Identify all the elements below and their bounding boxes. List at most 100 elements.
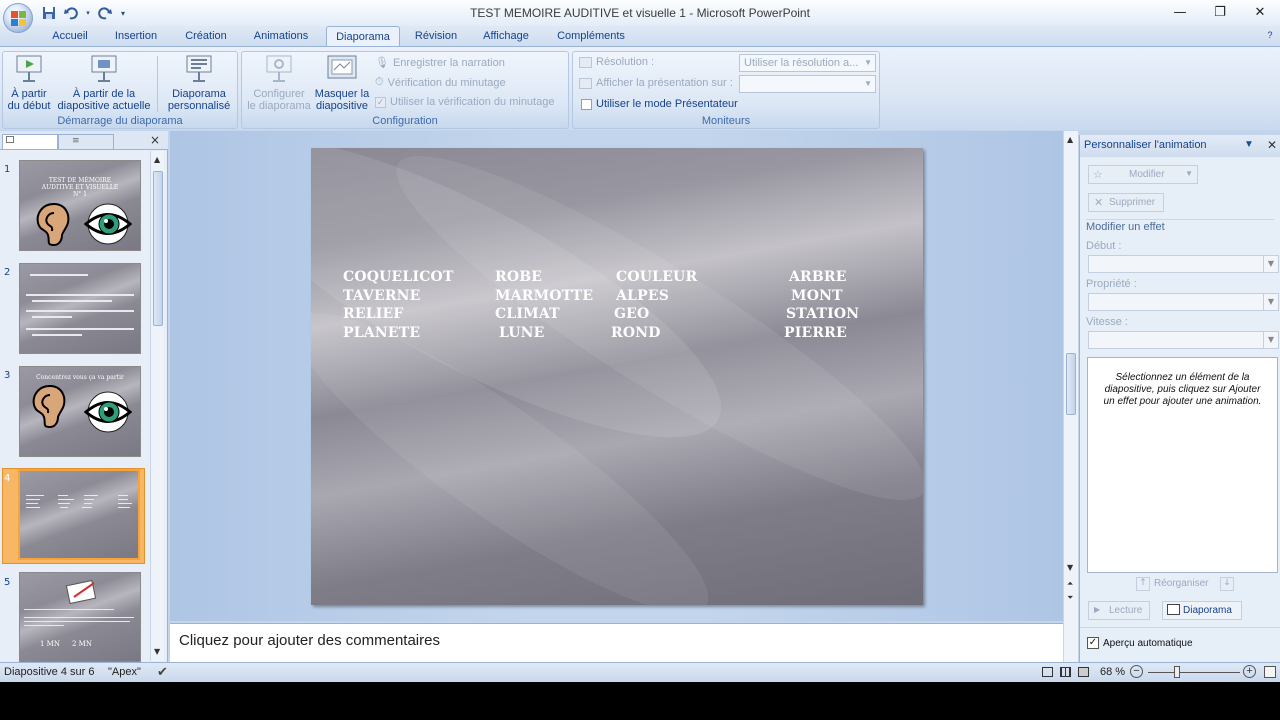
word-climat[interactable]: CLIMAT bbox=[495, 306, 560, 322]
word-pierre[interactable]: PIERRE bbox=[784, 325, 847, 341]
clock-icon: ⏱ bbox=[375, 76, 384, 88]
slide-scrollbar[interactable]: ▲ ▼ ⏶ ⏷ bbox=[1063, 131, 1078, 662]
slides-pane-scrollbar[interactable]: ▲ ▼ bbox=[150, 151, 164, 661]
slide-thumbnail-3[interactable]: Concentrez vous ça va partir bbox=[19, 366, 141, 457]
delete-label: Supprimer bbox=[1109, 197, 1156, 208]
modify-effect-button[interactable]: ☆ Modifier ▼ bbox=[1088, 165, 1198, 184]
previous-slide-icon[interactable]: ⏶ bbox=[1067, 579, 1073, 589]
hide-slide-button[interactable]: Masquer la diapositive bbox=[314, 54, 370, 112]
from-current-button[interactable]: À partir de la diapositive actuelle bbox=[55, 54, 153, 112]
scroll-down-icon[interactable]: ▼ bbox=[154, 647, 160, 656]
tab-slides[interactable] bbox=[2, 134, 58, 149]
word-arbre[interactable]: ARBRE bbox=[789, 269, 847, 285]
custom-slideshow-button[interactable]: Diaporama personnalisé bbox=[161, 54, 237, 112]
slide-thumbnail-5[interactable]: 1 MN 2 MN bbox=[19, 572, 141, 662]
word-robe[interactable]: ROBE bbox=[495, 269, 542, 285]
zoom-slider-thumb[interactable] bbox=[1174, 666, 1180, 678]
scroll-down-icon[interactable]: ▼ bbox=[1067, 563, 1073, 572]
help-icon[interactable]: ? bbox=[1262, 26, 1278, 47]
record-narration-button[interactable]: 🎙 Enregistrer la narration bbox=[375, 56, 505, 70]
slideshow-view-icon[interactable] bbox=[1078, 667, 1089, 677]
property-select[interactable]: ▼ bbox=[1088, 293, 1279, 311]
undo-dropdown-icon[interactable]: ▾ bbox=[84, 5, 92, 21]
setup-slideshow-button[interactable]: Configurer le diaporama bbox=[244, 54, 314, 112]
slide-thumbnail-1[interactable]: TEST DE MÉMOIRE AUDITIVE ET VISUELLE N° … bbox=[19, 160, 141, 251]
from-start-button[interactable]: À partir du début bbox=[5, 54, 53, 112]
setup-label-2: le diaporama bbox=[247, 100, 311, 112]
use-timings-checkbox[interactable]: ✓ Utiliser la vérification du minutage bbox=[375, 96, 554, 108]
tab-creation[interactable]: Création bbox=[176, 26, 236, 47]
custom-slideshow-icon bbox=[183, 54, 215, 84]
minimize-button[interactable]: — bbox=[1160, 0, 1200, 24]
scrollbar-thumb[interactable] bbox=[1066, 353, 1076, 415]
slide-sorter-icon[interactable] bbox=[1060, 667, 1071, 677]
slideshow-preview-button[interactable]: Diaporama bbox=[1162, 601, 1242, 620]
restore-button[interactable]: ❐ bbox=[1200, 0, 1240, 24]
customize-qat-icon[interactable]: ▾ bbox=[118, 5, 128, 21]
spellcheck-icon[interactable]: ✔ bbox=[157, 664, 168, 680]
redo-icon[interactable] bbox=[96, 5, 114, 21]
scrollbar-thumb[interactable] bbox=[153, 171, 163, 326]
office-button[interactable] bbox=[3, 3, 33, 33]
tab-diaporama[interactable]: Diaporama bbox=[326, 26, 400, 47]
zoom-in-icon[interactable]: + bbox=[1243, 665, 1256, 678]
scroll-up-icon[interactable]: ▲ bbox=[1067, 135, 1073, 144]
play-button[interactable]: ▶ Lecture bbox=[1088, 601, 1150, 620]
word-relief[interactable]: RELIEF bbox=[343, 306, 404, 322]
word-marmotte[interactable]: MARMOTTE bbox=[495, 288, 593, 304]
notes-pane[interactable]: Cliquez pour ajouter des commentaires bbox=[170, 623, 1063, 662]
presenter-mode-checkbox[interactable]: Utiliser le mode Présentateur bbox=[581, 98, 738, 110]
word-couleur[interactable]: COULEUR bbox=[616, 269, 697, 285]
close-icon[interactable]: ✕ bbox=[1267, 138, 1277, 152]
slide-number: 3 bbox=[4, 370, 11, 381]
next-slide-icon[interactable]: ⏷ bbox=[1067, 593, 1073, 603]
word-geo[interactable]: GEO bbox=[614, 306, 649, 322]
tab-revision[interactable]: Révision bbox=[408, 26, 464, 47]
speed-select[interactable]: ▼ bbox=[1088, 331, 1279, 349]
move-down-icon[interactable]: ↓ bbox=[1220, 577, 1234, 591]
close-icon[interactable]: × bbox=[150, 133, 160, 147]
word-rond[interactable]: ROND bbox=[611, 325, 661, 341]
resolution-select[interactable]: Utiliser la résolution a... ▼ bbox=[739, 54, 876, 72]
play-label: Lecture bbox=[1109, 605, 1143, 616]
tab-animations[interactable]: Animations bbox=[244, 26, 318, 47]
scroll-up-icon[interactable]: ▲ bbox=[154, 155, 160, 164]
tab-outline[interactable]: ≡ bbox=[58, 134, 114, 149]
star-icon: ☆ bbox=[1093, 169, 1103, 181]
notepad-icon bbox=[65, 579, 97, 605]
close-button[interactable]: ✕ bbox=[1240, 0, 1280, 24]
tab-affichage[interactable]: Affichage bbox=[472, 26, 540, 47]
word-alpes[interactable]: ALPES bbox=[616, 288, 669, 304]
fit-window-icon[interactable] bbox=[1264, 666, 1276, 678]
word-taverne[interactable]: TAVERNE bbox=[343, 288, 421, 304]
autopreview-checkbox[interactable]: ✓ Aperçu automatique bbox=[1087, 637, 1193, 649]
zoom-level[interactable]: 68 % bbox=[1100, 666, 1125, 678]
save-icon[interactable] bbox=[40, 5, 58, 21]
rehearse-timings-button[interactable]: ⏱ Vérification du minutage bbox=[375, 76, 506, 89]
slide-thumbnail-4[interactable] bbox=[18, 469, 140, 560]
move-up-icon[interactable]: ↑ bbox=[1136, 577, 1150, 591]
normal-view-icon[interactable] bbox=[1042, 667, 1053, 677]
zoom-slider[interactable] bbox=[1148, 672, 1240, 673]
tab-insertion[interactable]: Insertion bbox=[104, 26, 168, 47]
monitor-icon bbox=[579, 56, 592, 68]
word-mont[interactable]: MONT bbox=[791, 288, 843, 304]
undo-icon[interactable] bbox=[62, 5, 80, 21]
current-slide[interactable]: COQUELICOT ROBE COULEUR ARBRE TAVERNE MA… bbox=[311, 148, 923, 605]
start-select[interactable]: ▼ bbox=[1088, 255, 1279, 273]
chevron-down-icon[interactable]: ▼ bbox=[1244, 139, 1254, 150]
tab-accueil[interactable]: Accueil bbox=[44, 26, 96, 47]
thumb-text-line bbox=[26, 507, 40, 508]
tab-complements[interactable]: Compléments bbox=[548, 26, 634, 47]
word-lune[interactable]: LUNE bbox=[499, 325, 545, 341]
animation-list[interactable]: Sélectionnez un élément de la diapositiv… bbox=[1087, 357, 1278, 573]
word-coquelicot[interactable]: COQUELICOT bbox=[343, 269, 454, 285]
ribbon: À partir du début À partir de la diaposi… bbox=[0, 46, 1280, 130]
show-on-select[interactable]: ▼ bbox=[739, 75, 876, 93]
word-station[interactable]: STATION bbox=[786, 306, 859, 322]
word-planete[interactable]: PLANETE bbox=[343, 325, 420, 341]
resolution-text: Résolution : bbox=[596, 56, 655, 68]
slide-thumbnail-2[interactable] bbox=[19, 263, 141, 354]
delete-effect-button[interactable]: ✕ Supprimer bbox=[1088, 193, 1164, 212]
zoom-out-icon[interactable]: − bbox=[1130, 665, 1143, 678]
